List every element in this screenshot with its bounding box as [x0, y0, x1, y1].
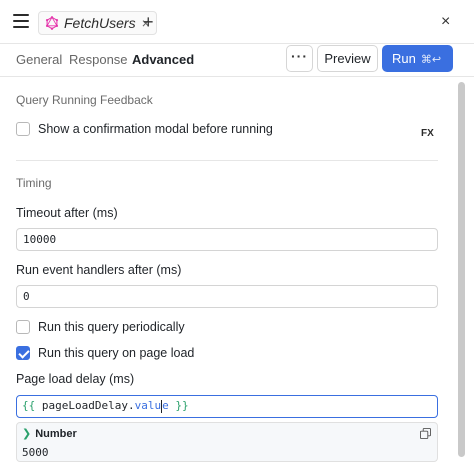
page-load-delay-input[interactable]: {{ pageLoadDelay.value }}	[16, 395, 438, 418]
preview-type-row[interactable]: ❯ Number	[22, 427, 77, 441]
section-title-feedback: Query Running Feedback	[16, 93, 153, 107]
copy-icon[interactable]	[420, 428, 431, 439]
tab-advanced[interactable]: Advanced	[132, 52, 194, 67]
template-open-brace: {{	[22, 399, 36, 412]
confirm-modal-label: Show a confirmation modal before running	[38, 122, 273, 136]
event-handlers-delay-label: Run event handlers after (ms)	[16, 263, 182, 277]
run-button-label: Run	[392, 51, 416, 66]
header-divider	[0, 76, 474, 77]
run-periodically-label: Run this query periodically	[38, 320, 185, 334]
template-property-start: valu	[134, 399, 162, 412]
preview-button[interactable]: Preview	[317, 45, 378, 72]
add-tab-icon[interactable]: +	[143, 12, 154, 32]
timeout-label: Timeout after (ms)	[16, 206, 118, 220]
tab-general[interactable]: General	[16, 52, 62, 67]
run-on-page-load-label: Run this query on page load	[38, 346, 195, 360]
hamburger-menu-icon[interactable]	[13, 14, 29, 28]
scrollbar-thumb[interactable]	[458, 82, 465, 457]
section-title-timing: Timing	[16, 176, 52, 190]
close-panel-icon[interactable]: ×	[441, 12, 450, 32]
preview-type-label: Number	[35, 427, 77, 440]
chevron-right-icon: ❯	[22, 428, 32, 440]
page-load-delay-label: Page load delay (ms)	[16, 372, 135, 386]
run-on-page-load-row[interactable]: Run this query on page load	[16, 346, 194, 360]
query-tab-name: FetchUsers	[64, 15, 136, 31]
section-divider	[16, 160, 438, 161]
run-on-page-load-checkbox[interactable]	[16, 346, 30, 360]
run-periodically-row[interactable]: Run this query periodically	[16, 320, 185, 334]
template-property-end: e	[162, 399, 169, 412]
preview-value: 5000	[22, 446, 49, 459]
tab-response[interactable]: Response	[69, 52, 128, 67]
fx-toggle-button[interactable]: FX	[421, 128, 434, 139]
template-close-brace: }}	[175, 399, 189, 412]
graphql-icon	[45, 16, 59, 30]
query-tabs-bar: FetchUsers × + ×	[0, 0, 474, 44]
run-button[interactable]: Run ⌘↩	[382, 45, 453, 72]
query-tab-fetchusers[interactable]: FetchUsers ×	[38, 11, 157, 35]
evaluated-value-preview: ❯ Number 5000	[16, 422, 438, 462]
timeout-input[interactable]: 10000	[16, 228, 438, 251]
template-dot: .	[127, 399, 135, 412]
more-options-button[interactable]: ···	[286, 45, 313, 72]
run-shortcut-hint: ⌘↩	[420, 54, 442, 66]
event-handlers-delay-input[interactable]: 0	[16, 285, 438, 308]
run-periodically-checkbox[interactable]	[16, 320, 30, 334]
confirm-modal-checkbox-row[interactable]: Show a confirmation modal before running	[16, 122, 273, 136]
template-identifier: pageLoadDelay	[41, 399, 128, 412]
confirm-modal-checkbox[interactable]	[16, 122, 30, 136]
